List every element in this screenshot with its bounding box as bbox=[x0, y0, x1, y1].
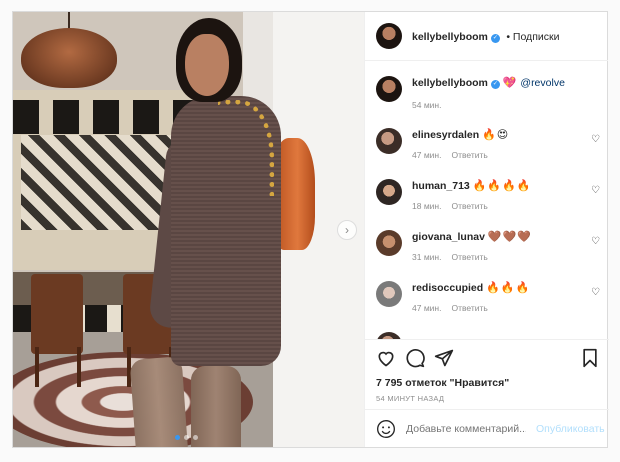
comment-username[interactable]: giovana_lunav bbox=[412, 231, 485, 243]
heart-icon[interactable] bbox=[376, 348, 396, 368]
heart-icon[interactable]: ♡ bbox=[591, 185, 600, 196]
verified-badge-icon: ✓ bbox=[490, 80, 500, 89]
comment-icon[interactable] bbox=[405, 348, 425, 368]
post-side-panel: kellybellyboom ✓ • Подписки kellybellyboo… bbox=[364, 12, 609, 447]
bookmark-icon[interactable] bbox=[580, 348, 600, 368]
comment-row: redisoccupied 🔥🔥🔥 47 мин. Ответить ♡ bbox=[376, 281, 600, 313]
comment-text: 🔥😍 bbox=[482, 129, 510, 141]
heart-icon[interactable]: ♡ bbox=[591, 287, 600, 298]
comment-text: 🤎🤎🤎 bbox=[487, 231, 532, 243]
comment-username[interactable]: elinesyrdalen bbox=[412, 129, 479, 141]
publish-button[interactable]: Опубликовать bbox=[536, 423, 605, 435]
chair-left bbox=[31, 274, 83, 354]
author-username[interactable]: kellybellyboom bbox=[412, 31, 488, 43]
comment-input[interactable] bbox=[406, 423, 526, 435]
comment-row: giovana_lunav 🤎🤎🤎 31 мин. Ответить ♡ bbox=[376, 230, 600, 262]
heart-icon[interactable]: ♡ bbox=[591, 236, 600, 247]
reply-button[interactable]: Ответить bbox=[451, 252, 487, 262]
posted-time: 54 МИНУТ НАЗАД bbox=[376, 394, 445, 403]
comment-row-partial bbox=[376, 332, 600, 339]
share-icon[interactable] bbox=[434, 348, 454, 368]
caption-row: kellybellyboom ✓ 💖 @revolve 54 мин. bbox=[376, 76, 600, 110]
verified-badge-icon: ✓ bbox=[490, 34, 500, 43]
caption-time: 54 мин. bbox=[412, 100, 442, 110]
comment-time: 47 мин. bbox=[412, 303, 442, 313]
add-comment-bar: Опубликовать bbox=[365, 409, 609, 448]
avatar[interactable] bbox=[376, 230, 402, 256]
boot-right bbox=[191, 366, 241, 447]
follow-status[interactable]: • Подписки bbox=[506, 31, 559, 43]
reply-button[interactable]: Ответить bbox=[451, 303, 487, 313]
comment-username[interactable]: human_713 bbox=[412, 180, 470, 192]
comments-list: kellybellyboom ✓ 💖 @revolve 54 мин. eline… bbox=[365, 62, 609, 339]
comment-time: 18 мин. bbox=[412, 201, 442, 211]
post-photo[interactable]: › bbox=[13, 12, 364, 447]
action-icons bbox=[376, 348, 600, 370]
avatar[interactable] bbox=[376, 281, 402, 307]
avatar[interactable] bbox=[376, 179, 402, 205]
chair-leg bbox=[77, 347, 81, 387]
caption-emoji: 💖 bbox=[502, 77, 518, 89]
carousel-dot bbox=[175, 435, 180, 440]
carousel-dot bbox=[184, 435, 189, 440]
avatar[interactable] bbox=[376, 76, 402, 102]
post-actions: 7 795 отметок "Нравится" 54 МИНУТ НАЗАД … bbox=[365, 339, 609, 447]
comment-row: human_713 🔥🔥🔥🔥 18 мин. Ответить ♡ bbox=[376, 179, 600, 211]
heart-icon[interactable]: ♡ bbox=[591, 134, 600, 145]
carousel-dot bbox=[193, 435, 198, 440]
comment-row: elinesyrdalen 🔥😍 47 мин. Ответить ♡ bbox=[376, 128, 600, 160]
pendant-lamp bbox=[21, 28, 117, 88]
comment-text: 🔥🔥🔥 bbox=[486, 282, 531, 294]
chevron-right-icon[interactable]: › bbox=[337, 220, 357, 240]
smiley-icon[interactable] bbox=[376, 419, 396, 439]
avatar[interactable] bbox=[376, 23, 402, 49]
comment-time: 47 мин. bbox=[412, 150, 442, 160]
likes-count[interactable]: 7 795 отметок "Нравится" bbox=[376, 377, 509, 389]
boot-left bbox=[129, 356, 189, 447]
post-header: kellybellyboom ✓ • Подписки bbox=[365, 12, 608, 61]
caption-mention[interactable]: @revolve bbox=[520, 77, 565, 89]
comment-time: 31 мин. bbox=[412, 252, 442, 262]
carousel-dots bbox=[175, 435, 198, 440]
author-username[interactable]: kellybellyboom bbox=[412, 77, 488, 89]
comment-text: 🔥🔥🔥🔥 bbox=[472, 180, 532, 192]
reply-button[interactable]: Ответить bbox=[451, 201, 487, 211]
chair-leg bbox=[35, 347, 39, 387]
reply-button[interactable]: Ответить bbox=[451, 150, 487, 160]
comment-username[interactable]: redisoccupied bbox=[412, 282, 483, 294]
avatar[interactable] bbox=[376, 332, 402, 339]
instagram-post: › kellybellyboom ✓ • Подписки kellybellyb… bbox=[12, 11, 609, 448]
face bbox=[185, 34, 229, 96]
avatar[interactable] bbox=[376, 128, 402, 154]
